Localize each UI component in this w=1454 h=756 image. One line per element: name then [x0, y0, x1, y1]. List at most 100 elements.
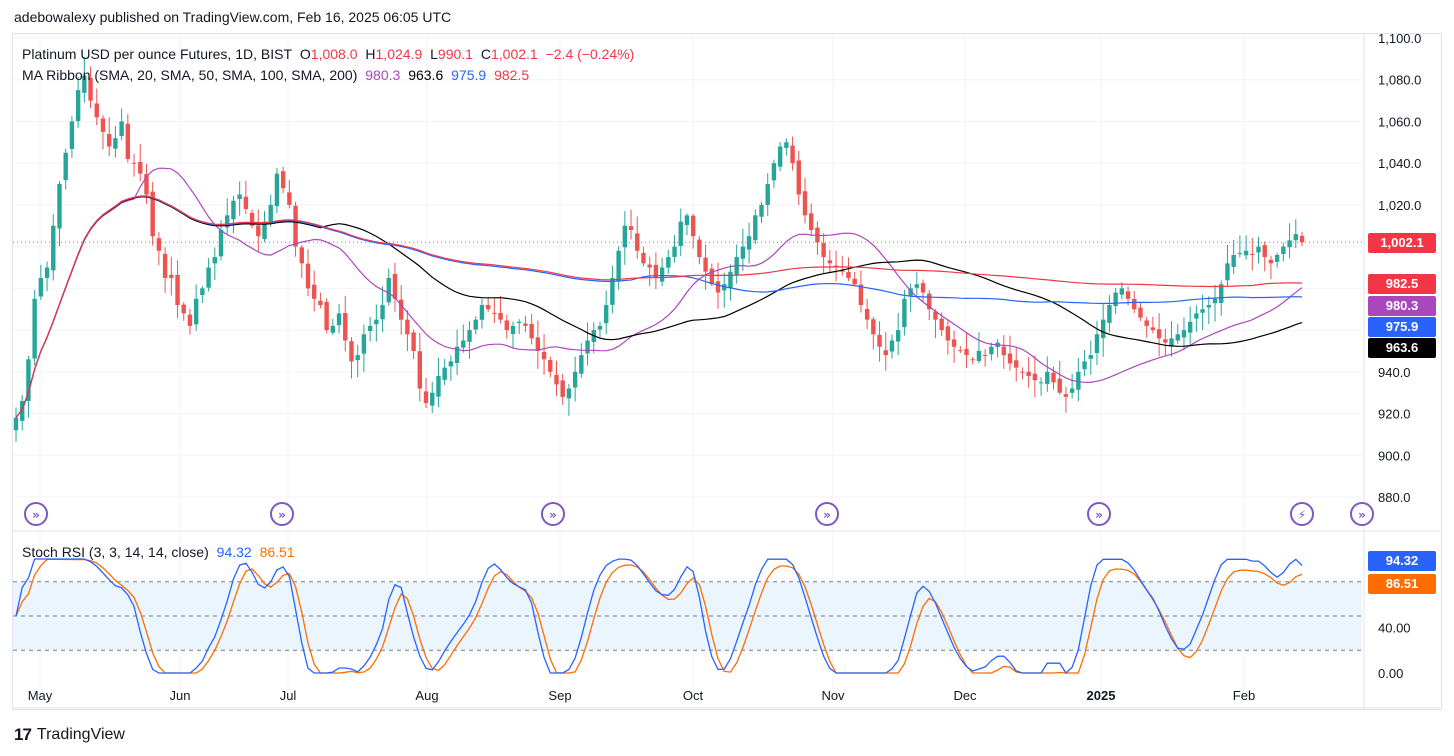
candle-body [162, 253, 168, 278]
event-arrow-icon: » [1358, 508, 1366, 522]
candle-body [1206, 305, 1212, 308]
x-tick-label: May [28, 688, 53, 703]
candle-body [131, 162, 137, 164]
symbol-title[interactable]: Platinum USD per ounce Futures, 1D, BIST [22, 46, 292, 62]
ma50-badge: 963.6 [1368, 338, 1436, 358]
candle-body [1200, 309, 1205, 313]
ma-ribbon-title[interactable]: MA Ribbon (SMA, 20, SMA, 50, SMA, 100, S… [22, 67, 357, 83]
candle-body [740, 246, 746, 259]
low-value: 990.1 [437, 46, 473, 62]
candle-body [746, 236, 752, 250]
candle-body [529, 323, 534, 339]
candle-body [479, 305, 485, 320]
high-label: H [365, 46, 376, 62]
candle-body [405, 319, 410, 335]
candle-body [156, 238, 162, 251]
high-value: 1,024.9 [375, 46, 423, 62]
low-label: L [430, 46, 438, 62]
ma20-line [15, 167, 1303, 419]
candle-body [970, 359, 975, 361]
rsi-k-value: 94.32 [216, 544, 252, 560]
candle-body [467, 330, 472, 342]
y-tick-label: 1,020.0 [1378, 198, 1421, 213]
candle-body [666, 257, 671, 268]
candle-body [367, 325, 373, 332]
candle-body [1262, 245, 1267, 258]
candle-body [560, 380, 565, 397]
candle-body [1163, 339, 1168, 343]
x-tick-label: 2025 [1087, 688, 1116, 703]
candle-body [280, 171, 286, 189]
candle-body [541, 351, 547, 360]
candle-body [765, 184, 770, 205]
candle-body [26, 359, 31, 401]
candle-body [436, 375, 441, 397]
candle-body [169, 274, 174, 278]
y-tick-label: 1,040.0 [1378, 156, 1421, 171]
y-tick-label: 900.0 [1378, 448, 1411, 463]
candle-body [1169, 338, 1174, 346]
candle-body [982, 354, 988, 356]
candle-body [504, 320, 509, 331]
candle-body [38, 277, 44, 297]
candle-body [1187, 321, 1193, 333]
event-arrow-icon: » [278, 508, 286, 522]
y-tick-label: 880.0 [1378, 490, 1411, 505]
price-legend: Platinum USD per ounce Futures, 1D, BIST… [22, 46, 638, 62]
candle-body [690, 215, 696, 237]
candle-body [1125, 291, 1131, 299]
candle-body [1014, 360, 1019, 368]
candle-body [57, 184, 62, 229]
candle-body [349, 341, 354, 362]
event-arrow-icon: » [32, 508, 40, 522]
y-tick-label: 940.0 [1378, 365, 1411, 380]
candle-body [572, 371, 578, 388]
candle-body [1113, 292, 1118, 307]
candle-body [355, 355, 360, 361]
rsi-title[interactable]: Stoch RSI (3, 3, 14, 14, close) [22, 544, 209, 560]
ma50-value: 963.6 [408, 67, 444, 83]
candle-body [1082, 361, 1087, 370]
candle-body [871, 319, 876, 335]
candle-body [138, 161, 143, 174]
candle-body [1107, 305, 1112, 323]
price-chart[interactable]: 1,100.01,080.01,060.01,040.01,020.01,000… [0, 0, 1454, 756]
close-label: C [480, 46, 491, 62]
event-arrow-icon: » [549, 508, 557, 522]
open-label: O [299, 46, 311, 62]
candle-body [1020, 371, 1025, 373]
candle-body [1256, 246, 1261, 253]
y-tick-label: 920.0 [1378, 407, 1411, 422]
candle-body [361, 334, 367, 354]
brand-name[interactable]: TradingView [37, 726, 125, 744]
close-value: 1,002.1 [490, 46, 538, 62]
x-tick-label: Sep [548, 688, 571, 703]
candle-body [1057, 378, 1062, 393]
candle-body [510, 325, 516, 334]
ma100-value: 975.9 [451, 67, 487, 83]
candle-body [100, 118, 106, 132]
candle-body [330, 325, 336, 333]
candle-body [753, 215, 758, 241]
candle-body [1293, 234, 1298, 241]
candle-body [548, 360, 553, 372]
candle-body [473, 319, 478, 330]
candle-body [63, 152, 68, 181]
candle-body [1045, 371, 1050, 384]
candle-body [485, 304, 491, 310]
rsi-d-badge: 86.51 [1368, 574, 1436, 594]
rsi-tick-label: 40.00 [1378, 620, 1411, 635]
candle-body [44, 267, 50, 278]
candle-body [336, 313, 342, 326]
candle-body [641, 252, 646, 264]
candle-body [293, 205, 298, 247]
candle-body [566, 388, 572, 399]
candle-body [243, 196, 249, 210]
event-arrow-icon: » [823, 508, 831, 522]
candle-body [610, 277, 615, 305]
candle-body [889, 340, 895, 352]
candle-body [318, 300, 323, 306]
candle-body [1150, 327, 1156, 331]
candle-body [1212, 298, 1218, 304]
candle-body [312, 284, 317, 299]
